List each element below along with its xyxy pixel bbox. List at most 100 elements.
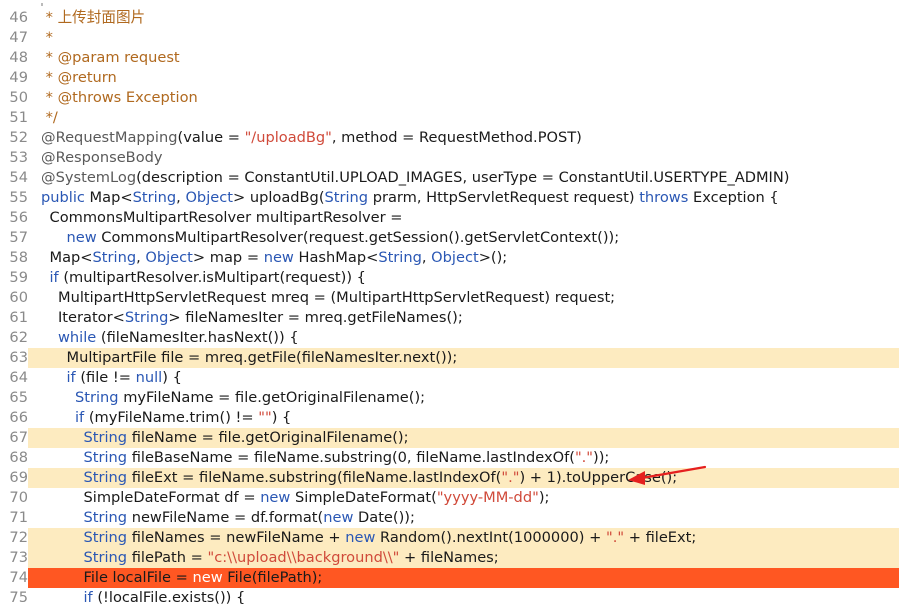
code-token: )); [593,449,610,466]
code-token: myFileName = file.getOriginalFilename(); [118,389,426,406]
code-line-content: @SystemLog(description = ConstantUtil.UP… [28,168,899,188]
code-token: fileNames = newFileName + [127,529,346,546]
code-line: 51 */ [0,108,899,128]
code-line-content: @ResponseBody [28,148,899,168]
code-token: "c:\\upload\\background\\" [207,549,400,566]
code-token: * [41,29,53,46]
code-line-content: File localFile = new File(filePath); [28,568,899,588]
code-line-content: String fileBaseName = fileName.substring… [28,448,899,468]
code-token: >(); [478,249,508,266]
line-number: 71 [9,509,28,526]
line-number: 51 [9,109,28,126]
code-token: @ResponseBody [41,149,163,166]
line-number: 65 [9,389,28,406]
line-number: 56 [9,209,28,226]
code-token: > map = [192,249,264,266]
code-token: Iterator< [58,309,125,326]
code-token: Random().nextInt(1000000) + [375,529,606,546]
code-line: 52 @RequestMapping(value = "/uploadBg", m… [0,128,899,148]
code-token: fileName = file.getOriginalFilename(); [127,429,409,446]
line-number: 55 [9,189,28,206]
code-token: + fileNames; [399,549,499,566]
code-line: 48 * @param request [0,48,899,68]
code-token: (!localFile.exists()) { [92,589,246,606]
code-token: String [92,249,137,266]
code-token: File localFile = [83,569,193,586]
line-number: 49 [9,69,28,86]
code-line: 46 * 上传封面图片 [0,8,899,28]
code-line: 68 String fileBaseName = fileName.substri… [0,448,899,468]
code-line-content: if (!localFile.exists()) { [28,588,899,608]
code-token: (file != [75,369,136,386]
code-token: (fileNamesIter.hasNext()) { [96,329,299,346]
code-token: ) { [271,409,292,426]
code-token: HashMap< [293,249,379,266]
code-token: "." [606,529,625,546]
code-token: if [83,589,93,606]
code-token: fileExt = fileName.substring(fileName.la… [127,469,502,486]
line-number: 62 [9,329,28,346]
code-token: newFileName = df.format( [127,509,324,526]
code-line: 65 String myFileName = file.getOriginalFi… [0,388,899,408]
code-token: "." [501,469,520,486]
code-token: throws [639,189,689,206]
code-line: 67 String fileName = file.getOriginalFile… [0,428,899,448]
line-number: 60 [9,289,28,306]
code-line-content: MultipartFile file = mreq.getFile(fileNa… [28,348,899,368]
line-number: 70 [9,489,28,506]
code-line-content: SimpleDateFormat df = new SimpleDateForm… [28,488,899,508]
code-token: Map< [49,249,93,266]
code-token: , [136,249,146,266]
code-token: "/uploadBg" [244,129,332,146]
code-token: @RequestMapping [41,129,178,146]
code-line: 57 new CommonsMultipartResolver(request.g… [0,228,899,248]
code-line: 56 CommonsMultipartResolver multipartReso… [0,208,899,228]
code-line-content: String fileName = file.getOriginalFilena… [28,428,899,448]
code-line-content: Map<String, Object> map = new HashMap<St… [28,248,899,268]
code-token: String [83,529,128,546]
code-line-content: String myFileName = file.getOriginalFile… [28,388,899,408]
code-line: 60 MultipartHttpServletRequest mreq = (Mu… [0,288,899,308]
code-line-content: public Map<String, Object> uploadBg(Stri… [28,188,899,208]
code-line: 64 if (file != null) { [0,368,899,388]
code-token: Object [431,249,479,266]
code-token: File(filePath); [222,569,323,586]
code-line-content: String filePath = "c:\\upload\\backgroun… [28,548,899,568]
code-token: * @throws Exception [41,89,198,106]
code-line: 71 String newFileName = df.format(new Dat… [0,508,899,528]
code-token: > uploadBg( [232,189,325,206]
code-token: SimpleDateFormat( [290,489,437,506]
line-number: 48 [9,49,28,66]
code-line: 66 if (myFileName.trim() != "") { [0,408,899,428]
code-line-content: * [28,28,899,48]
code-token: Exception { [688,189,779,206]
line-number: 66 [9,409,28,426]
code-token: null [135,369,163,386]
line-number: 69 [9,469,28,486]
code-line-content: new CommonsMultipartResolver(request.get… [28,228,899,248]
code-token: String [324,189,369,206]
code-token: @SystemLog [41,169,137,186]
line-number: 58 [9,249,28,266]
code-token: ) { [162,369,182,386]
code-line: 63 MultipartFile file = mreq.getFile(file… [0,348,899,368]
line-number: 57 [9,229,28,246]
code-editor: 46 * 上传封面图片 47 * 48 * @param request 49 * @… [0,8,899,614]
code-line: 72 String fileNames = newFileName + new R… [0,528,899,548]
code-token: Map< [84,189,133,206]
code-line-content: MultipartHttpServletRequest mreq = (Mult… [28,288,899,308]
code-line: 74 File localFile = new File(filePath); [0,568,899,588]
code-token: if [49,269,59,286]
code-line-content: Iterator<String> fileNamesIter = mreq.ge… [28,308,899,328]
code-token: CommonsMultipartResolver(request.getSess… [96,229,620,246]
code-token: */ [41,109,58,126]
code-token: "" [258,409,272,426]
code-token: String [83,449,128,466]
code-token: (multipartResolver.isMultipart(request))… [58,269,366,286]
line-number: 54 [9,169,28,186]
line-number: 63 [9,349,28,366]
line-number: 53 [9,149,28,166]
code-line-content: String fileNames = newFileName + new Ran… [28,528,899,548]
code-token: if [66,369,76,386]
code-line: 54 @SystemLog(description = ConstantUtil.… [0,168,899,188]
